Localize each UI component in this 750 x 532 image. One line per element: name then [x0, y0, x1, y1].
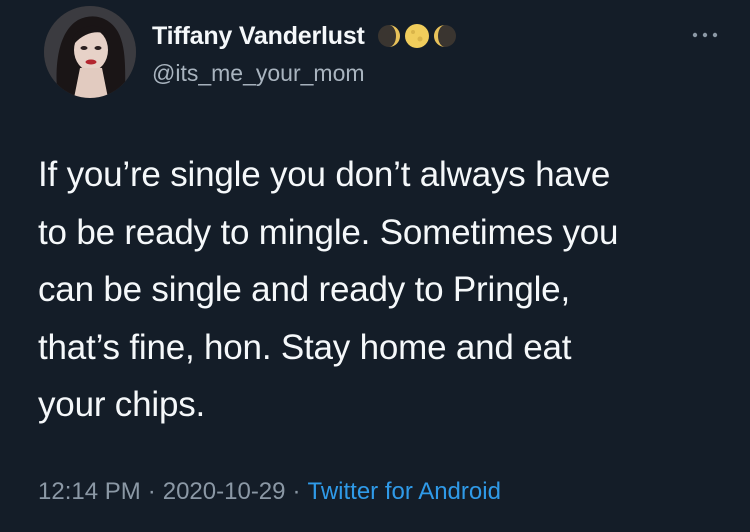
author-name-row[interactable]: Tiffany Vanderlust: [152, 20, 457, 52]
meta-separator: ·: [292, 478, 301, 505]
avatar-image: [44, 6, 136, 98]
tweet-text-line: that’s fine, hon. Stay home and eat: [38, 327, 572, 367]
tweet-text-line: to be ready to mingle. Sometimes you: [38, 212, 619, 252]
tweet-text: If you’re single you don’t always have t…: [38, 146, 728, 434]
avatar[interactable]: [44, 6, 136, 98]
name-emoji-group: [377, 23, 457, 49]
tweet-text-line: your chips.: [38, 385, 206, 424]
tweet-metadata: 12:14 PM · 2020-10-29 · Twitter for Android: [38, 478, 501, 506]
author-handle[interactable]: @its_me_your_mom: [152, 60, 365, 87]
tweet-card: Tiffany Vanderlust @its_me_your_mom If y…: [0, 0, 750, 532]
author-display-name[interactable]: Tiffany Vanderlust: [152, 22, 365, 51]
waning-crescent-moon-icon: [433, 25, 456, 47]
tweet-date[interactable]: 2020-10-29: [163, 478, 286, 505]
waxing-crescent-moon-icon: [377, 25, 400, 47]
meta-separator: ·: [147, 478, 156, 505]
tweet-source-link[interactable]: Twitter for Android: [308, 478, 501, 505]
tweet-text-line: If you’re single you don’t always have: [38, 155, 611, 194]
full-moon-icon: [404, 24, 429, 48]
tweet-text-line: can be single and ready to Pringle,: [38, 270, 570, 309]
more-options-icon[interactable]: [690, 28, 720, 42]
tweet-time[interactable]: 12:14 PM: [38, 478, 141, 505]
